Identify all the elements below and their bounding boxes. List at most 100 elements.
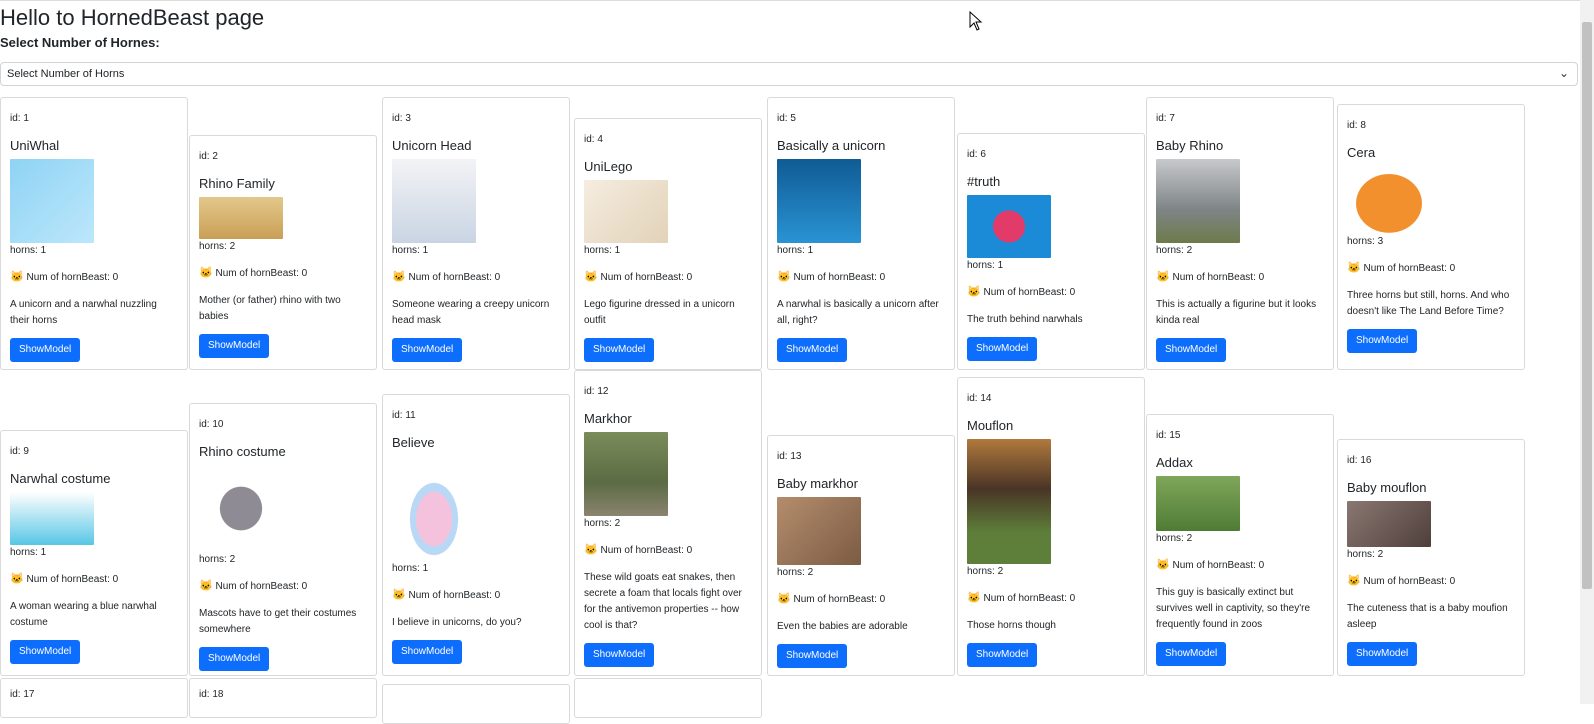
- card-id: id: 4: [584, 134, 603, 145]
- cat-face-icon: 🐱: [967, 592, 981, 604]
- card-count: 🐱 Num of hornBeast: 0: [10, 573, 119, 585]
- card-id: id: 12: [584, 386, 609, 397]
- card-description: This is actually a figurine but it looks…: [1156, 299, 1317, 326]
- beast-image: [392, 456, 476, 561]
- card-id: id: 1: [10, 113, 29, 124]
- card-horns: horns: 2: [777, 567, 814, 578]
- card-count: 🐱 Num of hornBeast: 0: [1347, 262, 1456, 274]
- card-horns: horns: 2: [1156, 533, 1193, 544]
- cat-face-icon: 🐱: [967, 286, 981, 298]
- card-count: 🐱 Num of hornBeast: 0: [10, 271, 119, 283]
- horns-select[interactable]: Select Number of Horns ⌄: [0, 62, 1578, 86]
- card-title: Baby markhor: [777, 476, 858, 491]
- card-horns: horns: 2: [199, 241, 236, 252]
- card-count: 🐱 Num of hornBeast: 0: [392, 271, 501, 283]
- card-title: UniWhal: [10, 138, 60, 153]
- show-model-button[interactable]: ShowModel: [10, 338, 81, 362]
- card-id: id: 5: [777, 113, 796, 124]
- show-model-button[interactable]: ShowModel: [1156, 642, 1227, 666]
- card-id: id: 16: [1347, 455, 1372, 466]
- card-count: 🐱 Num of hornBeast: 0: [967, 592, 1076, 604]
- beast-image: [199, 465, 283, 552]
- card-id: id: 8: [1347, 120, 1366, 131]
- beast-image: [199, 197, 283, 239]
- show-model-button[interactable]: ShowModel: [10, 640, 81, 664]
- beast-image: [1156, 476, 1240, 531]
- card-id: id: 9: [10, 446, 29, 457]
- card-description: This guy is basically extinct but surviv…: [1156, 587, 1310, 630]
- beast-image: [1156, 159, 1240, 243]
- card-description: These wild goats eat snakes, then secret…: [584, 572, 742, 631]
- card-title: Baby mouflon: [1347, 480, 1427, 495]
- show-model-button[interactable]: ShowModel: [199, 334, 270, 358]
- card-id: id: 17: [10, 689, 35, 700]
- beast-image: [967, 439, 1051, 564]
- card-description: The cuteness that is a baby moufion asle…: [1347, 603, 1508, 630]
- cat-face-icon: 🐱: [1156, 271, 1170, 283]
- card-count: 🐱 Num of hornBeast: 0: [967, 286, 1076, 298]
- card-count: 🐱 Num of hornBeast: 0: [1156, 559, 1265, 571]
- cat-face-icon: 🐱: [392, 589, 406, 601]
- show-model-button[interactable]: ShowModel: [1347, 329, 1418, 353]
- card-id: id: 13: [777, 451, 802, 462]
- card-description: A unicorn and a narwhal nuzzling their h…: [10, 299, 157, 326]
- card-title: Baby Rhino: [1156, 138, 1224, 153]
- mouse-cursor-icon: [969, 11, 983, 31]
- card-title: #truth: [967, 174, 1001, 189]
- beast-card: id: 11 Believe horns: 1 🐱 Num of hornBea…: [382, 394, 570, 676]
- beast-image: [584, 180, 668, 243]
- card-horns: horns: 1: [10, 245, 47, 256]
- beast-card: [382, 684, 570, 724]
- show-model-button[interactable]: ShowModel: [392, 640, 463, 664]
- show-model-button[interactable]: ShowModel: [584, 643, 655, 667]
- show-model-button[interactable]: ShowModel: [777, 644, 848, 668]
- show-model-button[interactable]: ShowModel: [1347, 642, 1418, 666]
- card-horns: horns: 1: [584, 245, 621, 256]
- show-model-button[interactable]: ShowModel: [777, 338, 848, 362]
- show-model-button[interactable]: ShowModel: [1156, 338, 1227, 362]
- beast-card: id: 10 Rhino costume horns: 2 🐱 Num of h…: [189, 403, 377, 676]
- cat-face-icon: 🐱: [1347, 575, 1361, 587]
- card-title: Basically a unicorn: [777, 138, 886, 153]
- show-model-button[interactable]: ShowModel: [967, 337, 1038, 361]
- card-id: id: 11: [392, 410, 416, 421]
- card-id: id: 6: [967, 149, 986, 160]
- card-description: The truth behind narwhals: [967, 314, 1083, 325]
- card-id: id: 14: [967, 393, 992, 404]
- card-count: 🐱 Num of hornBeast: 0: [584, 544, 693, 556]
- beast-image: [967, 195, 1051, 258]
- card-title: Unicorn Head: [392, 138, 472, 153]
- beast-card: id: 12 Markhor horns: 2 🐱 Num of hornBea…: [574, 370, 762, 676]
- cat-face-icon: 🐱: [777, 271, 791, 283]
- scrollbar-thumb[interactable]: [1582, 22, 1592, 589]
- beast-image: [1347, 501, 1431, 547]
- beast-card: [574, 678, 762, 718]
- card-count: 🐱 Num of hornBeast: 0: [199, 267, 308, 279]
- beast-image: [1347, 166, 1431, 234]
- beast-card: id: 4 UniLego horns: 1 🐱 Num of hornBeas…: [574, 118, 762, 370]
- show-model-button[interactable]: ShowModel: [967, 643, 1038, 667]
- beast-card: id: 5 Basically a unicorn horns: 1 🐱 Num…: [767, 97, 955, 370]
- card-horns: horns: 2: [967, 566, 1004, 577]
- beast-image: [10, 492, 94, 545]
- show-model-button[interactable]: ShowModel: [199, 647, 270, 671]
- card-count: 🐱 Num of hornBeast: 0: [777, 271, 886, 283]
- cat-face-icon: 🐱: [777, 593, 791, 605]
- show-model-button[interactable]: ShowModel: [392, 338, 463, 362]
- cat-face-icon: 🐱: [392, 271, 406, 283]
- beast-image: [777, 497, 861, 565]
- card-count: 🐱 Num of hornBeast: 0: [584, 271, 693, 283]
- card-count: 🐱 Num of hornBeast: 0: [392, 589, 501, 601]
- beast-card: id: 1 UniWhal horns: 1 🐱 Num of hornBeas…: [0, 97, 188, 370]
- horns-select-value: Select Number of Horns: [7, 68, 125, 80]
- card-horns: horns: 1: [10, 547, 47, 558]
- show-model-button[interactable]: ShowModel: [584, 338, 655, 362]
- card-description: Mascots have to get their costumes somew…: [199, 608, 357, 635]
- beast-image: [777, 159, 861, 243]
- card-title: Cera: [1347, 145, 1376, 160]
- cat-face-icon: 🐱: [10, 573, 24, 585]
- scrollbar[interactable]: [1580, 0, 1594, 704]
- card-title: Rhino costume: [199, 444, 286, 459]
- card-description: A woman wearing a blue narwhal costume: [10, 601, 157, 628]
- cat-face-icon: 🐱: [584, 271, 598, 283]
